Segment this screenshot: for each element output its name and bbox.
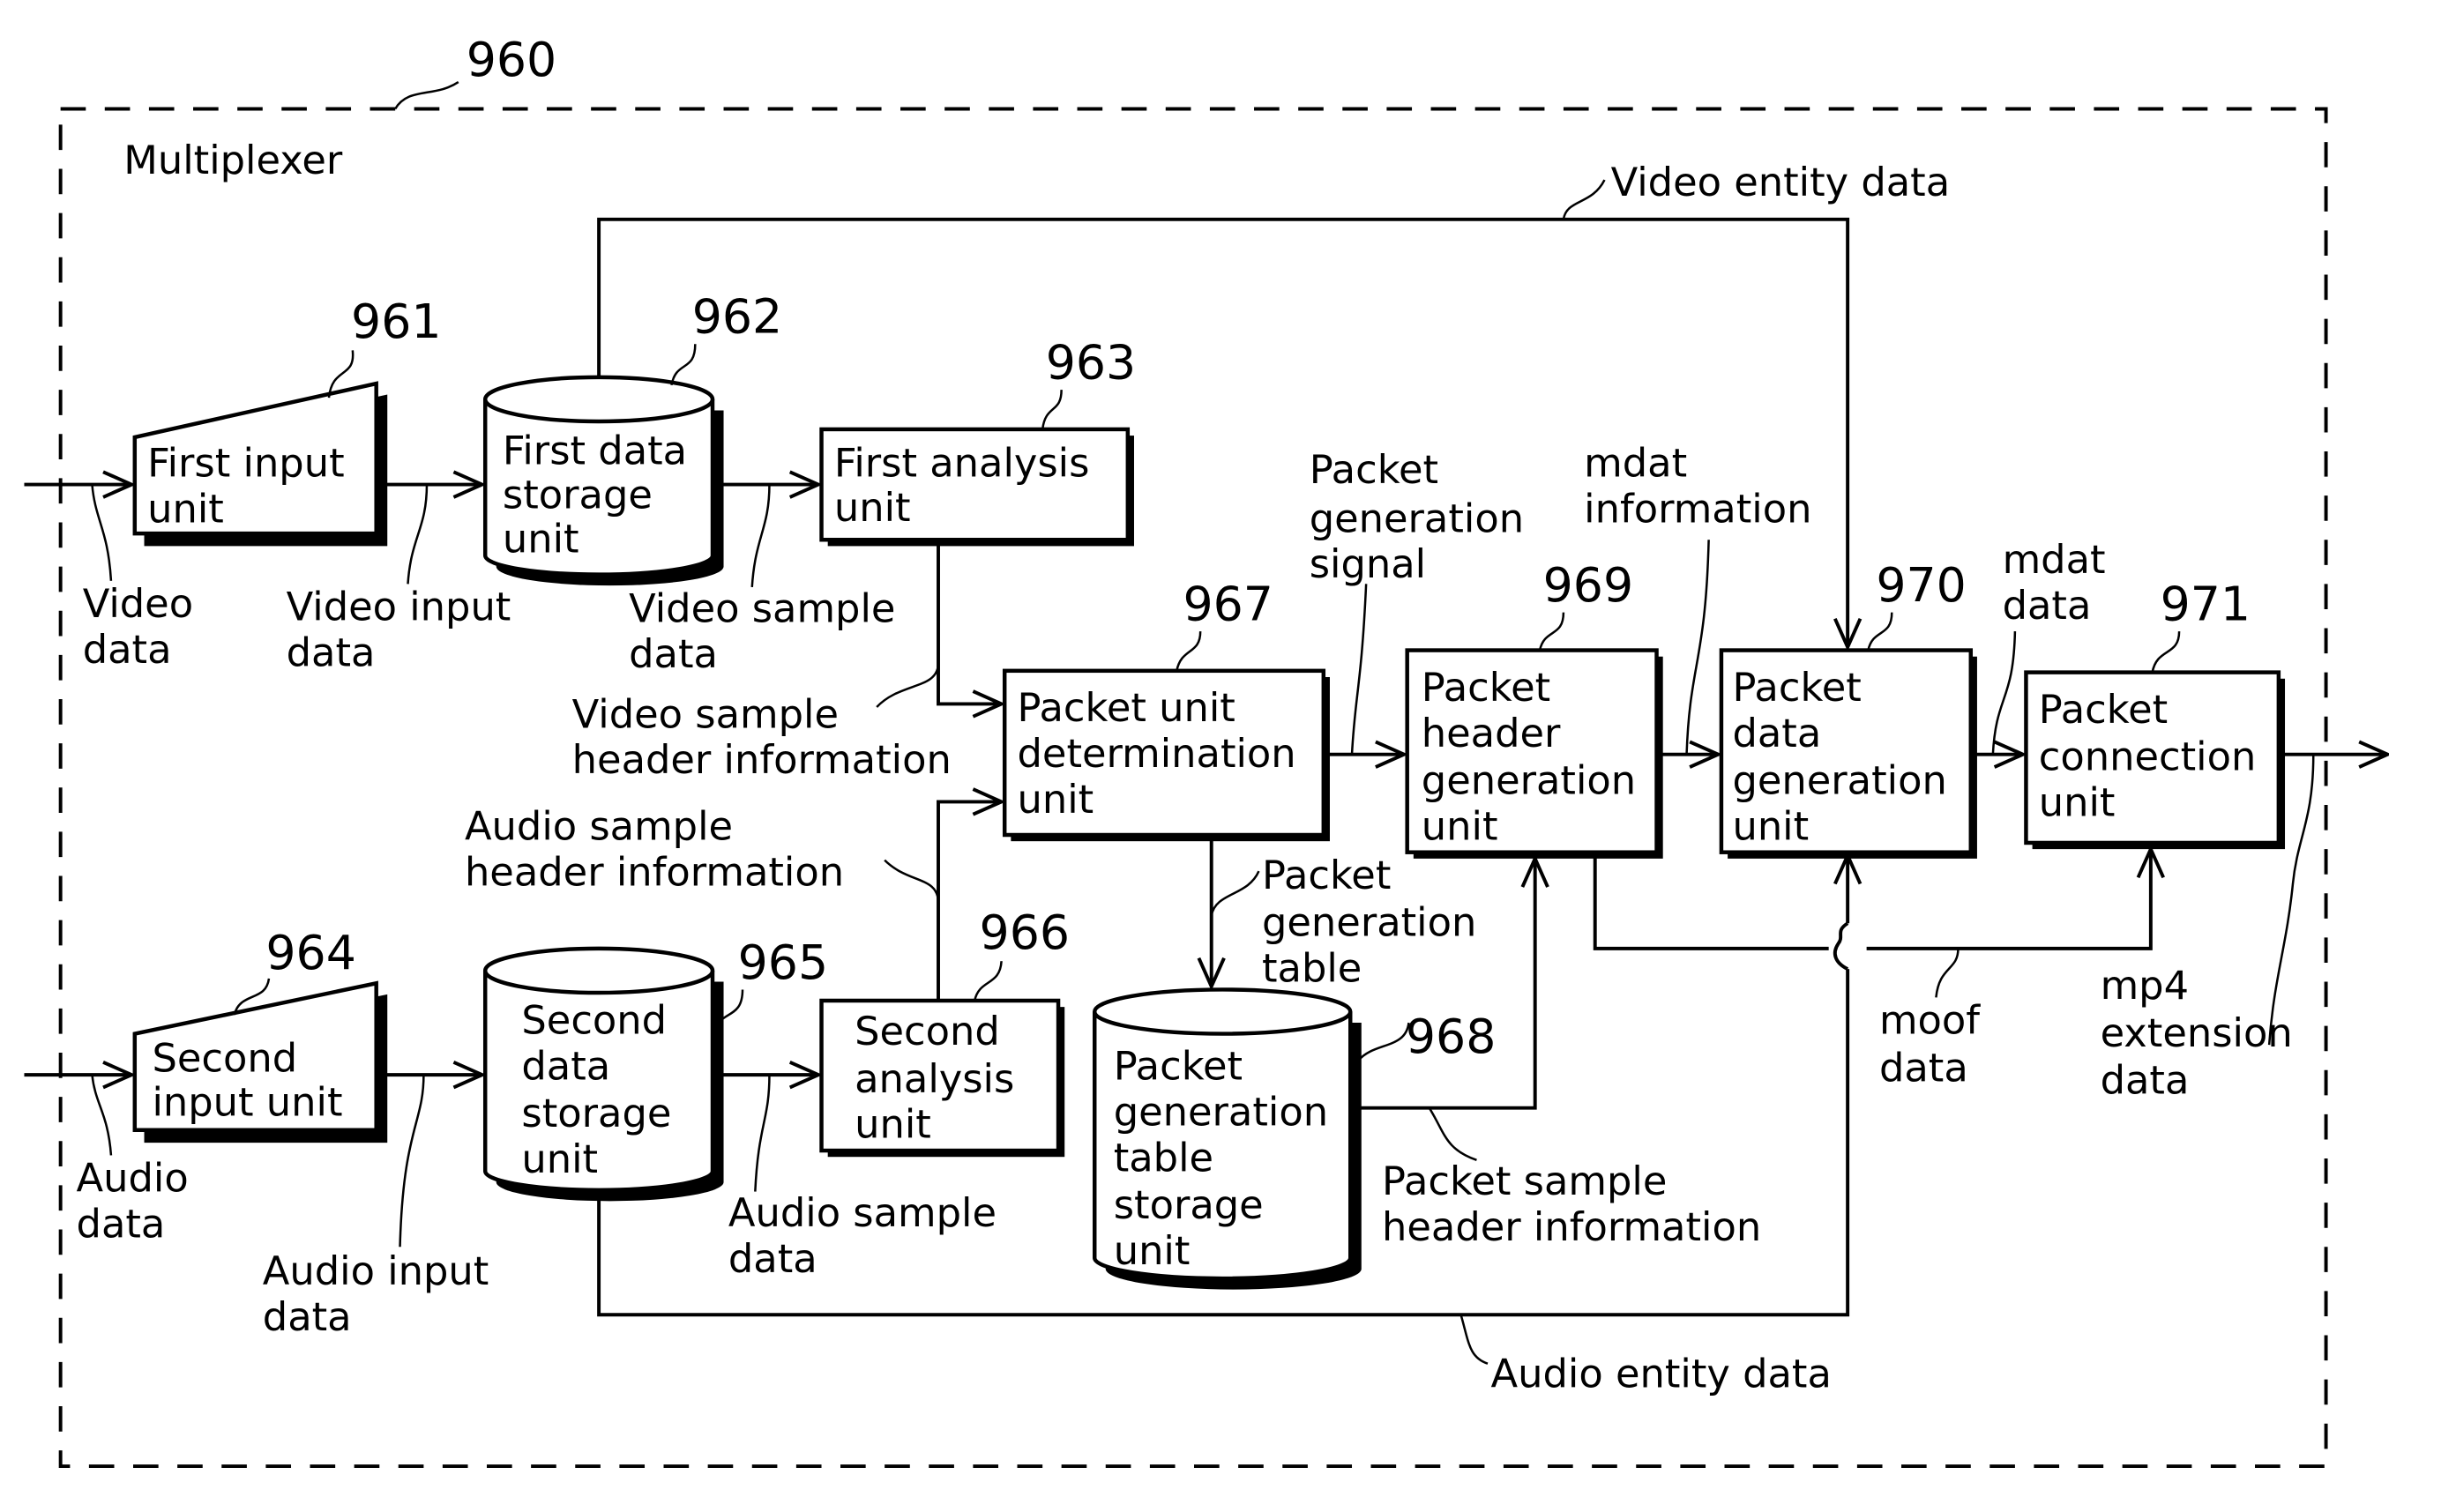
label-video-sample-header-info: Video sample header information xyxy=(572,662,952,783)
svg-text:Video sampledata: Video sample data xyxy=(629,585,895,677)
ref-962: 962 xyxy=(692,289,782,345)
svg-text:mdatinformation: mdat information xyxy=(1584,440,1811,533)
leader-960 xyxy=(394,81,459,110)
ref-971: 971 xyxy=(2161,577,2251,632)
label-moof-data: moof data xyxy=(1879,948,1981,1091)
ref-968: 968 xyxy=(1406,1009,1496,1064)
label-packet-sample-header-info: Packet sample header information xyxy=(1382,1107,1761,1250)
svg-text:Video entity data: Video entity data xyxy=(1611,159,1951,205)
svg-text:Audio sampleheader information: Audio sample header information xyxy=(465,802,844,895)
label-video-entity-data: Video entity data xyxy=(1562,159,1951,220)
packet-header-generation-unit: Packet header generation unit 969 xyxy=(1405,557,1663,859)
svg-text:Packetgenerationsignal: Packet generation signal xyxy=(1310,446,1524,587)
ref-964: 964 xyxy=(265,925,355,980)
ref-961: 961 xyxy=(351,294,441,349)
ref-960: 960 xyxy=(467,32,556,87)
second-data-storage-unit: Second data storage unit 965 xyxy=(482,935,828,1202)
audio-sample-header-arrow xyxy=(937,801,1002,1001)
svg-text:Audio inputdata: Audio input data xyxy=(263,1248,489,1340)
svg-text:Audiodata: Audio data xyxy=(77,1155,189,1248)
svg-text:mp4extensiondata: mp4 extension data xyxy=(2101,962,2293,1103)
second-analysis-unit: Second analysis unit 966 xyxy=(819,905,1070,1158)
svg-text:Videodata: Video data xyxy=(83,580,193,673)
svg-text:Packet sampleheader informatio: Packet sample header information xyxy=(1382,1158,1761,1250)
moof-data-arrow xyxy=(1866,849,2151,950)
label-audio-sample-header-info: Audio sample header information xyxy=(465,802,940,904)
first-input-unit: First input unit 961 xyxy=(132,294,442,547)
svg-text:Packetgenerationtable: Packet generation table xyxy=(1262,852,1476,992)
label-audio-entity-data: Audio entity data xyxy=(1459,1314,1832,1397)
ref-965: 965 xyxy=(738,935,828,990)
svg-text:mdatdata: mdat data xyxy=(2003,536,2106,629)
svg-text:Video inputdata: Video input data xyxy=(287,584,511,676)
packet-unit-determination-unit: Packet unit determination unit 967 xyxy=(1002,577,1330,842)
svg-text:Video sampleheader information: Video sample header information xyxy=(572,690,952,783)
ref-970: 970 xyxy=(1876,557,1966,613)
second-input-unit: Second input unit 964 xyxy=(132,925,388,1143)
multiplexer-block-diagram: Multiplexer 960 First input unit 961 Fir… xyxy=(24,32,2456,1469)
ref-966: 966 xyxy=(980,905,1070,960)
line-crossover-hop xyxy=(1833,921,1849,971)
ref-963: 963 xyxy=(1046,335,1136,391)
ref-967: 967 xyxy=(1183,577,1273,632)
label-packet-generation-table: Packet generation table xyxy=(1210,852,1476,992)
video-sample-header-arrow xyxy=(937,540,1002,704)
svg-text:Audio entity data: Audio entity data xyxy=(1491,1351,1832,1397)
svg-text:moofdata: moof data xyxy=(1879,997,1981,1091)
ref-969: 969 xyxy=(1543,557,1633,613)
first-data-storage-unit: First data storage unit 962 xyxy=(482,289,782,586)
svg-text:Audio sampledata: Audio sample data xyxy=(728,1189,997,1282)
multiplexer-label: Multiplexer xyxy=(123,137,343,183)
moof-data-line-a xyxy=(1593,855,1829,950)
first-analysis-unit: First analysis unit 963 xyxy=(819,335,1136,547)
